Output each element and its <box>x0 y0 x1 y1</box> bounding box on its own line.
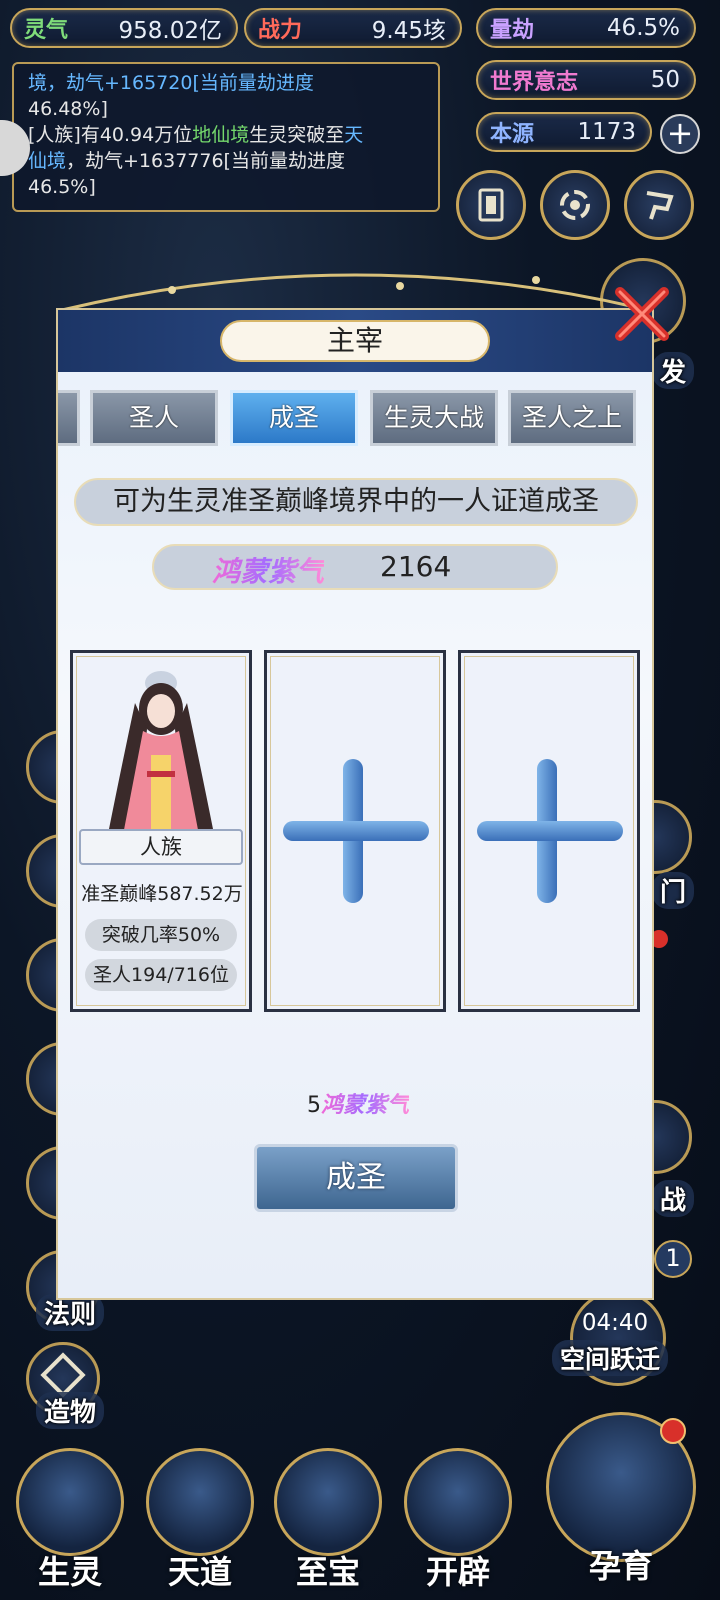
vortex-icon[interactable] <box>540 170 610 240</box>
currency-amount: 2164 <box>380 550 452 583</box>
add-benyuan-button[interactable]: + <box>660 114 700 154</box>
log-line: [人族]有40.94万位地仙境生灵突破至天 <box>28 122 426 148</box>
nav-kaipi[interactable]: 开辟 <box>398 1448 518 1600</box>
tab-shengren[interactable]: 圣人 <box>90 390 218 446</box>
zhanli-value: 9.45垓 <box>371 18 446 44</box>
log-line1-b: 46.48%] <box>28 98 108 120</box>
zhan-label: 战 <box>652 1180 695 1217</box>
nav-tiandao[interactable]: 天道 <box>140 1448 260 1600</box>
notification-badge: 1 <box>654 1240 692 1278</box>
zhanli-label: 战力 <box>258 18 303 43</box>
zhibao-emblem-icon <box>274 1448 382 1556</box>
tab-shengren-zhishang[interactable]: 圣人之上 <box>508 390 636 446</box>
shijie-yizhi-value: 50 <box>650 67 680 93</box>
candidate-slot-2[interactable] <box>264 650 446 1012</box>
log-line: 46.5%] <box>28 174 426 200</box>
candidate-slot-3[interactable] <box>458 650 640 1012</box>
men-label: 门 <box>652 872 695 909</box>
flag-icon[interactable] <box>624 170 694 240</box>
cost-currency: 鸿蒙紫气 <box>320 1093 409 1118</box>
modal-title: 主宰 <box>220 320 490 362</box>
yunyu-red-dot <box>660 1418 686 1444</box>
hongmeng-currency: 鸿蒙紫气 2164 <box>152 544 558 590</box>
zhanli-stat: 战力 9.45垓 <box>244 8 462 48</box>
tiandao-emblem-icon <box>146 1448 254 1556</box>
log-line2-prefix: [人族]有40.94万位 <box>28 124 193 146</box>
chengsheng-button[interactable]: 成圣 <box>254 1144 458 1212</box>
currency-name: 鸿蒙紫气 <box>212 550 324 590</box>
nav-yunyu-label: 孕育 <box>588 1547 653 1585</box>
log-line: 境，劫气+165720[当前量劫进度 <box>28 70 426 96</box>
benyuan-value: 1173 <box>577 119 636 145</box>
log-line: 仙境，劫气+1637776[当前量劫进度 <box>28 148 426 174</box>
close-icon[interactable] <box>612 284 672 344</box>
log-line2-suffix: ，劫气+1637776[当前量劫进度 <box>66 150 345 172</box>
log-realm-1: 地仙境 <box>192 124 250 146</box>
nav-tiandao-label: 天道 <box>167 1553 232 1591</box>
zaowu-label: 造物 <box>36 1392 105 1429</box>
nav-zhibao[interactable]: 至宝 <box>268 1448 388 1600</box>
candidate-slot-1[interactable]: 人族 准圣巅峰587.52万 突破几率50% 圣人194/716位 <box>70 650 252 1012</box>
breakthrough-rate: 突破几率50% <box>85 919 237 951</box>
space-jump-label: 空间跃迁 <box>552 1340 669 1376</box>
log-line2-mid: 生灵突破至 <box>249 124 345 146</box>
shijie-yizhi-stat[interactable]: 世界意志 50 <box>476 60 696 100</box>
shengling-emblem-icon <box>16 1448 124 1556</box>
liangjie-value: 46.5% <box>606 15 680 41</box>
benyuan-stat[interactable]: 本源 1173 <box>476 112 652 152</box>
lingqi-stat: 灵气 958.02亿 <box>10 8 238 48</box>
lingqi-value: 958.02亿 <box>118 18 222 44</box>
fa-label: 发 <box>652 352 695 389</box>
log-realm-2a: 天 <box>344 124 364 146</box>
nav-shengling[interactable]: 生灵 <box>10 1448 130 1600</box>
event-log[interactable]: 境，劫气+165720[当前量劫进度 46.48%] [人族]有40.94万位地… <box>12 62 440 212</box>
tab-chengsheng[interactable]: 成圣 <box>230 390 358 446</box>
cost-amount: 5 <box>306 1093 321 1118</box>
nav-zhibao-label: 至宝 <box>295 1553 360 1591</box>
cost-text: 5鸿蒙紫气 <box>258 1086 458 1126</box>
shijie-yizhi-label: 世界意志 <box>490 70 579 95</box>
log-line1-a: 境，劫气+165720[当前量劫进度 <box>28 72 314 94</box>
liangjie-label: 量劫 <box>490 18 535 43</box>
nav-yunyu[interactable]: 孕育 <box>546 1412 696 1600</box>
zhuzai-modal: 主宰 圣人 成圣 生灵大战 圣人之上 可为生灵准圣巅峰境界中的一人证道成圣 鸿蒙… <box>56 308 654 1300</box>
saint-count: 圣人194/716位 <box>85 959 237 991</box>
tab-partial-left[interactable] <box>58 390 80 446</box>
timer-text: 04:40 <box>581 1310 649 1336</box>
book-icon[interactable] <box>456 170 526 240</box>
tab-shengling-dazhan[interactable]: 生灵大战 <box>370 390 498 446</box>
nav-kaipi-label: 开辟 <box>425 1553 490 1591</box>
character-portrait <box>109 671 213 835</box>
nav-shengling-label: 生灵 <box>37 1553 102 1591</box>
log-realm-2b: 仙境 <box>28 150 67 172</box>
realm-text: 准圣巅峰587.52万 <box>81 883 243 905</box>
benyuan-label: 本源 <box>490 122 535 147</box>
log-line3: 46.5%] <box>28 176 96 198</box>
race-tag: 人族 <box>79 829 243 865</box>
liangjie-stat[interactable]: 量劫 46.5% <box>476 8 696 48</box>
log-line: 46.48%] <box>28 96 426 122</box>
kaipi-emblem-icon <box>404 1448 512 1556</box>
description-text: 可为生灵准圣巅峰境界中的一人证道成圣 <box>74 478 638 526</box>
lingqi-label: 灵气 <box>24 18 69 43</box>
